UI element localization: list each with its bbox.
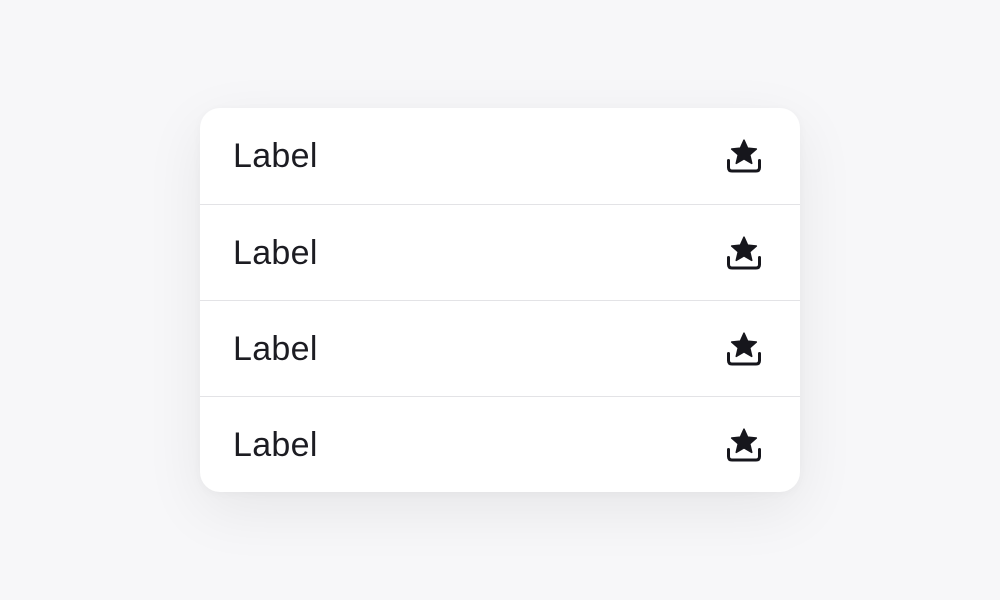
star-download-icon [726,331,762,367]
action-menu: Label Label Label Label [200,108,800,492]
page-background: Label Label Label Label [0,0,1000,600]
menu-item[interactable]: Label [200,108,800,204]
menu-item-label: Label [233,329,318,368]
menu-item-label: Label [233,137,318,175]
menu-item-label: Label [233,233,318,272]
menu-item[interactable]: Label [200,300,800,396]
menu-item[interactable]: Label [200,204,800,300]
star-download-icon [726,235,762,271]
star-download-icon [726,427,762,463]
menu-item-label: Label [233,425,318,464]
star-download-icon [726,138,762,174]
menu-item[interactable]: Label [200,396,800,492]
